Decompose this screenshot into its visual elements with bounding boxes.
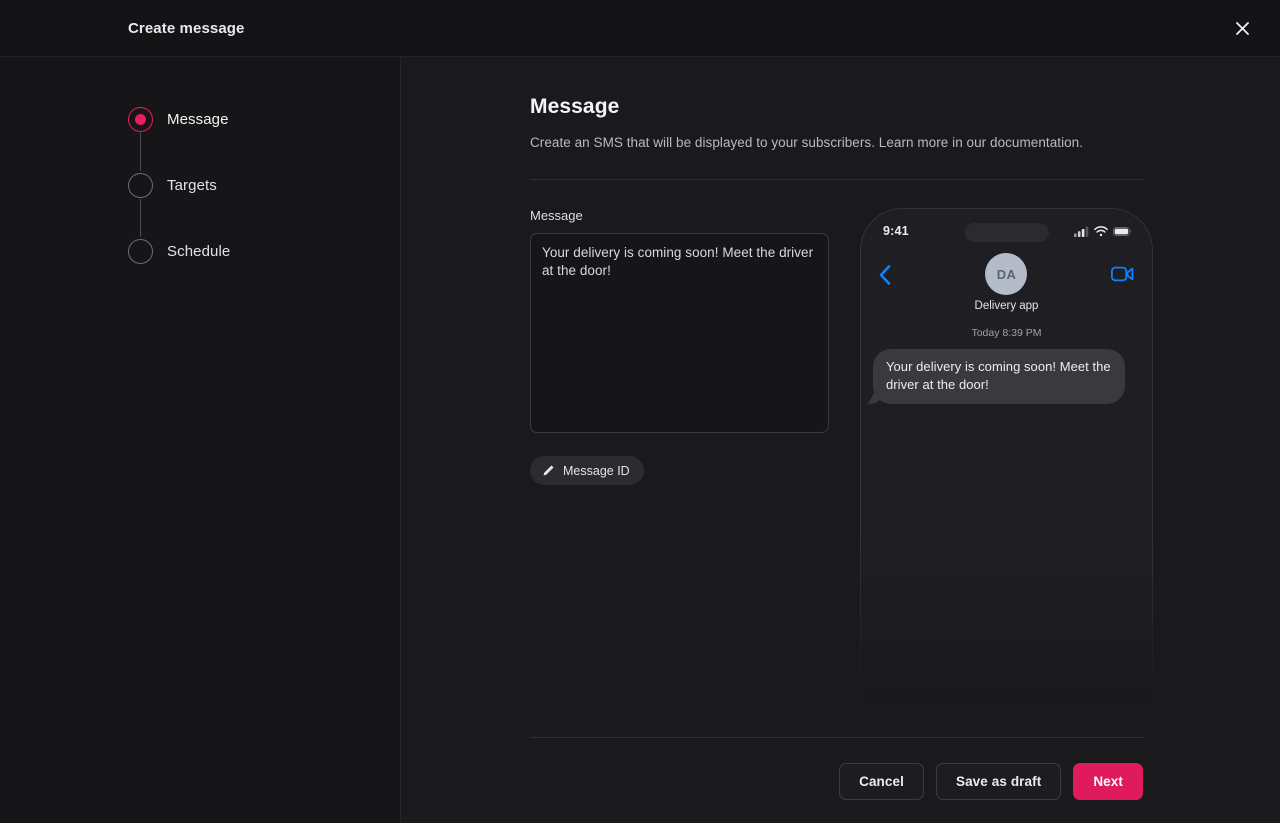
step-radio-icon — [128, 172, 153, 198]
thread-timestamp: Today 8:39 PM — [971, 327, 1042, 339]
step-label-targets: Targets — [167, 176, 217, 194]
chevron-left-glyph — [879, 265, 891, 285]
step-connector — [139, 133, 141, 171]
step-radio-active-icon — [128, 106, 153, 132]
message-editor-column: Message Message ID — [530, 208, 829, 737]
editor-row: Message Message ID — [530, 208, 1153, 737]
modal-body: Message Targets Schedule Message Create … — [0, 57, 1280, 823]
video-camera-glyph — [1111, 266, 1134, 282]
sidebar-item-message[interactable]: Message — [128, 105, 400, 133]
step-radio-icon — [128, 238, 153, 264]
message-thread: Today 8:39 PM Your delivery is coming so… — [861, 319, 1152, 404]
wifi-glyph — [1094, 225, 1108, 236]
close-glyph — [1235, 21, 1249, 35]
video-camera-icon[interactable] — [1111, 266, 1134, 282]
save-as-draft-button[interactable]: Save as draft — [935, 763, 1062, 800]
preview-column: 9:41 DA Delivery app Today 8:39 PM Your … — [851, 208, 1153, 737]
modal-title: Create message — [128, 19, 245, 37]
chevron-left-icon[interactable] — [879, 265, 891, 285]
section-divider — [530, 179, 1143, 180]
status-bar-icons — [1074, 225, 1132, 237]
phone-status-bar: 9:41 — [861, 209, 1152, 253]
content-panel: Message Create an SMS that will be displ… — [401, 57, 1280, 823]
message-id-button-label: Message ID — [563, 463, 630, 478]
step-label-schedule: Schedule — [167, 242, 231, 260]
stepper-panel: Message Targets Schedule — [0, 57, 401, 823]
page-description: Create an SMS that will be displayed to … — [530, 135, 1084, 150]
message-field-label: Message — [530, 208, 583, 223]
battery-glyph — [1113, 226, 1132, 236]
step-label-message: Message — [167, 110, 229, 128]
message-bubble: Your delivery is coming soon! Meet the d… — [873, 349, 1125, 404]
sidebar-item-schedule[interactable]: Schedule — [128, 237, 400, 265]
page-title: Message — [530, 95, 620, 118]
message-input[interactable] — [530, 233, 829, 433]
phone-preview: 9:41 DA Delivery app Today 8:39 PM Your … — [860, 208, 1153, 708]
bubble-row: Your delivery is coming soon! Meet the d… — [873, 349, 1140, 404]
battery-icon — [1113, 226, 1132, 237]
cancel-button[interactable]: Cancel — [839, 763, 924, 800]
cellular-signal-icon — [1074, 226, 1089, 237]
content-inner: Message Create an SMS that will be displ… — [530, 57, 1153, 737]
stepper: Message Targets Schedule — [128, 105, 400, 265]
pencil-glyph — [543, 465, 554, 476]
phone-nav-bar: DA Delivery app — [861, 253, 1152, 319]
message-id-button[interactable]: Message ID — [530, 456, 644, 485]
status-bar-time: 9:41 — [883, 224, 909, 238]
modal-titlebar: Create message — [0, 0, 1280, 57]
close-icon[interactable] — [1228, 14, 1256, 42]
dynamic-island — [964, 223, 1049, 242]
wifi-icon — [1094, 225, 1108, 237]
footer-actions: Cancel Save as draft Next — [530, 763, 1143, 800]
conversation-contact[interactable]: DA Delivery app — [974, 253, 1039, 312]
create-message-modal: Create message Message Targets Schedule … — [0, 0, 1280, 823]
sidebar-item-targets[interactable]: Targets — [128, 171, 400, 199]
cellular-signal-glyph — [1074, 226, 1089, 237]
step-connector — [139, 199, 141, 237]
pencil-icon — [542, 464, 555, 477]
footer-divider — [530, 737, 1143, 738]
modal-footer: Cancel Save as draft Next — [530, 737, 1143, 823]
next-button[interactable]: Next — [1073, 763, 1143, 800]
contact-name: Delivery app — [974, 300, 1039, 312]
avatar: DA — [985, 253, 1028, 295]
